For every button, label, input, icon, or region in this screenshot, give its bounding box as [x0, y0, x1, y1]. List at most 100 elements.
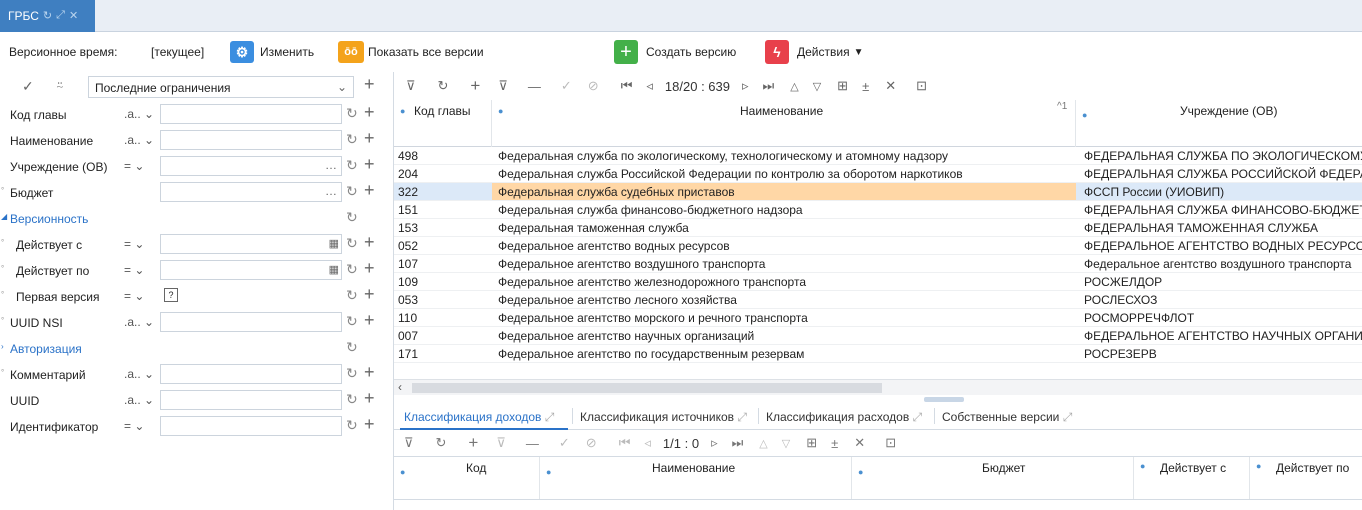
expand-icon[interactable]: ⤢ [56, 9, 65, 23]
clear-icon[interactable]: ✕ [854, 435, 865, 451]
add-filter-icon[interactable]: + [364, 74, 375, 95]
add-condition-icon[interactable]: + [364, 102, 375, 123]
sort-asc-icon[interactable]: △ [790, 80, 798, 93]
scroll-left-icon[interactable]: ‹ [398, 380, 402, 394]
filter-preset-select[interactable]: Последние ограничения ⌄ [88, 76, 354, 98]
table-row[interactable]: 498 Федеральная служба по экологическому,… [394, 147, 1362, 165]
columns-icon[interactable]: ⊞ [806, 435, 817, 451]
cancel-icon[interactable]: ⊘ [588, 78, 599, 94]
reset-filter-icon[interactable]: ↻ [346, 365, 358, 382]
reset-filter-icon[interactable]: ↻ [346, 209, 358, 226]
delete-icon[interactable]: — [528, 79, 541, 94]
calendar-icon[interactable]: ▦ [329, 263, 339, 276]
column-header-institution[interactable]: ● Учреждение (ОВ) [1076, 100, 1362, 147]
copy-icon[interactable]: ⊽ [498, 78, 508, 94]
reset-filter-icon[interactable]: ↻ [346, 157, 358, 174]
add-condition-icon[interactable]: + [364, 128, 375, 149]
ellipsis-icon[interactable]: … [325, 184, 337, 198]
splitter-handle[interactable] [924, 397, 964, 402]
filter-operator-select[interactable]: = ⌄ [124, 419, 144, 433]
close-icon[interactable]: ✕ [69, 9, 78, 23]
filter-value-input[interactable]: ? [160, 286, 342, 306]
ellipsis-icon[interactable]: … [325, 158, 337, 172]
detail-column-valid-from[interactable]: ● Действует с [1134, 457, 1250, 499]
detail-tab[interactable]: Классификация доходов ⤢ [404, 410, 554, 425]
sort-desc-icon[interactable]: ▽ [782, 437, 790, 450]
add-column-icon[interactable]: ± [831, 436, 838, 451]
detail-column-budget[interactable]: ● Бюджет [852, 457, 1134, 499]
filter-operator-select[interactable]: = ⌄ [124, 289, 144, 303]
detail-column-name[interactable]: ● Наименование [540, 457, 852, 499]
reset-filter-icon[interactable]: ↻ [346, 313, 358, 330]
last-page-icon[interactable]: ⏭ [732, 435, 744, 451]
table-row[interactable]: 110 Федеральное агентство морского и речн… [394, 309, 1362, 327]
confirm-icon[interactable]: ✓ [559, 435, 570, 451]
actions-button[interactable]: ϟ Действия ▼ [765, 32, 863, 72]
table-row[interactable]: 204 Федеральная служба Российской Федерац… [394, 165, 1362, 183]
clear-icon[interactable]: ✕ [885, 78, 896, 94]
filter-value-input[interactable] [160, 364, 342, 384]
expand-icon[interactable]: ⤢ [734, 410, 747, 424]
detail-tab[interactable]: Классификация источников ⤢ [580, 410, 747, 425]
table-row[interactable]: 107 Федеральное агентство воздушного тран… [394, 255, 1362, 273]
table-row[interactable]: 171 Федеральное агентство по государствен… [394, 345, 1362, 363]
table-row[interactable]: 053 Федеральное агентство лесного хозяйст… [394, 291, 1362, 309]
table-row[interactable]: 151 Федеральная служба финансово-бюджетно… [394, 201, 1362, 219]
filter-operator-select[interactable]: .a.. ⌄ [124, 393, 154, 407]
filter-value-input[interactable] [160, 312, 342, 332]
window-tab[interactable]: ГРБС ↻ ⤢ ✕ [0, 0, 95, 32]
detail-tab[interactable]: Классификация расходов ⤢ [766, 410, 922, 425]
cancel-icon[interactable]: ⊘ [586, 435, 597, 451]
table-row[interactable]: 322 Федеральная служба судебных приставов… [394, 183, 1362, 201]
next-page-icon[interactable]: ▹ [742, 78, 749, 94]
delete-icon[interactable]: — [526, 436, 539, 451]
table-row[interactable]: 007 Федеральное агентство научных организ… [394, 327, 1362, 345]
column-header-name[interactable]: ● Наименование ^1 [492, 100, 1076, 147]
detail-column-code[interactable]: ● Код [394, 457, 540, 499]
add-condition-icon[interactable]: + [364, 388, 375, 409]
add-condition-icon[interactable]: + [364, 414, 375, 435]
filter-row-label[interactable]: Авторизация [10, 342, 82, 356]
refresh-icon[interactable]: ↻ [438, 78, 449, 94]
next-page-icon[interactable]: ▹ [711, 435, 718, 451]
confirm-icon[interactable]: ✓ [561, 78, 572, 94]
reset-filter-icon[interactable]: ↻ [346, 417, 358, 434]
filter-row-label[interactable]: Версионность [10, 212, 88, 226]
first-page-icon[interactable]: ⏮ [621, 78, 633, 94]
filter-icon[interactable]: ⊽ [406, 78, 416, 94]
reset-filter-icon[interactable]: ↻ [346, 105, 358, 122]
filter-value-input[interactable]: ▦ [160, 260, 342, 280]
filter-operator-select[interactable]: .a.. ⌄ [124, 315, 154, 329]
add-condition-icon[interactable]: + [364, 232, 375, 253]
filter-value-input[interactable] [160, 416, 342, 436]
add-column-icon[interactable]: ± [862, 79, 869, 94]
table-row[interactable]: 109 Федеральное агентство железнодорожног… [394, 273, 1362, 291]
filter-value-input[interactable]: ▦ [160, 234, 342, 254]
filter-value-input[interactable] [160, 390, 342, 410]
filter-operator-select[interactable]: .a.. ⌄ [124, 107, 154, 121]
add-condition-icon[interactable]: + [364, 154, 375, 175]
reset-filter-icon[interactable]: ↻ [346, 261, 358, 278]
column-header-code[interactable]: ● Код главы [394, 100, 492, 147]
expand-icon[interactable]: ⤢ [541, 410, 555, 424]
sort-asc-icon[interactable]: △ [759, 437, 767, 450]
sort-desc-icon[interactable]: ▽ [813, 80, 821, 93]
reset-filter-icon[interactable]: ↻ [346, 339, 358, 356]
columns-icon[interactable]: ⊞ [837, 78, 848, 94]
reset-filter-icon[interactable]: ↻ [346, 391, 358, 408]
add-condition-icon[interactable]: + [364, 284, 375, 305]
filter-value-input[interactable] [160, 104, 342, 124]
tristate-checkbox[interactable]: ? [164, 288, 178, 302]
reset-filter-icon[interactable]: ↻ [346, 287, 358, 304]
refresh-icon[interactable]: ↻ [436, 435, 447, 451]
add-condition-icon[interactable]: + [364, 180, 375, 201]
add-icon[interactable]: + [468, 433, 478, 453]
filter-value-input[interactable]: … [160, 182, 342, 202]
export-icon[interactable]: ⊡ [916, 78, 927, 94]
last-page-icon[interactable]: ⏭ [763, 78, 775, 94]
add-condition-icon[interactable]: + [364, 362, 375, 383]
table-row[interactable]: 153 Федеральная таможенная служба ФЕДЕРАЛЬ… [394, 219, 1362, 237]
expand-icon[interactable]: ⤢ [909, 410, 923, 424]
add-icon[interactable]: + [470, 76, 480, 96]
filter-settings-icon[interactable]: ⍨ [56, 78, 64, 94]
